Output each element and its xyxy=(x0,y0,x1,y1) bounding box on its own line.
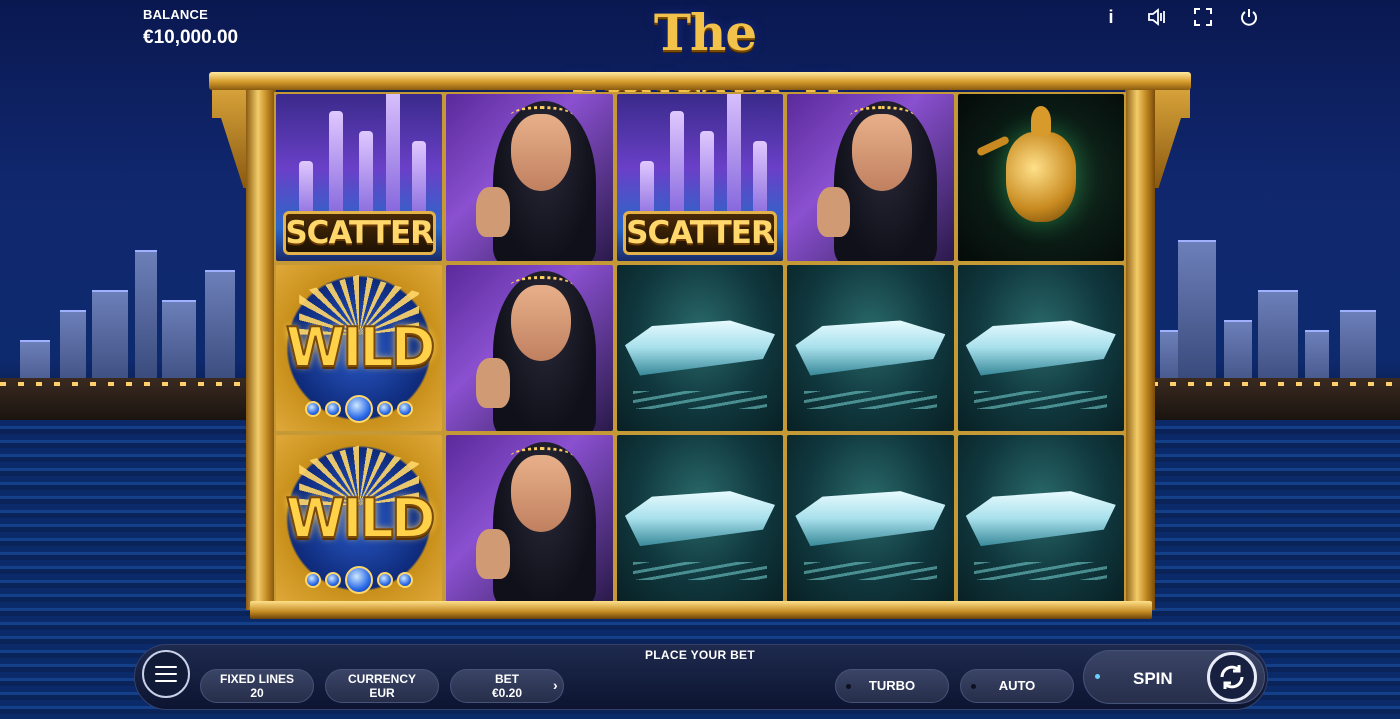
currency-value: EUR xyxy=(369,686,395,700)
reel-symbol-wild: WILD xyxy=(276,435,443,602)
reel-symbol-scatter: SCATTER xyxy=(276,94,443,261)
reel-symbol-lady xyxy=(446,435,613,602)
scatter-label: SCATTER xyxy=(282,210,436,255)
reel-symbol-yacht xyxy=(957,264,1124,432)
fullscreen-icon[interactable] xyxy=(1192,6,1214,28)
reel-symbol-teapot xyxy=(957,94,1124,261)
turbo-button[interactable]: TURBO xyxy=(835,669,949,703)
reel-symbol-yacht xyxy=(616,435,784,602)
auto-button[interactable]: AUTO xyxy=(960,669,1074,703)
wild-label: WILD xyxy=(285,486,437,551)
auto-indicator xyxy=(971,684,976,689)
reel-symbol-lady xyxy=(446,94,613,261)
reel-symbol-lady xyxy=(787,94,954,261)
scatter-label: SCATTER xyxy=(623,210,777,255)
yacht-icon xyxy=(624,320,775,376)
reel-symbol-yacht xyxy=(957,435,1124,602)
power-icon[interactable] xyxy=(1238,6,1260,28)
info-icon[interactable]: i xyxy=(1100,6,1122,28)
balance-value: €10,000.00 xyxy=(143,27,239,48)
reel-symbol-lady xyxy=(446,264,613,432)
frame-top xyxy=(209,72,1191,90)
reel-symbol-yacht xyxy=(616,264,784,432)
yacht-icon xyxy=(624,491,775,547)
yacht-icon xyxy=(965,491,1116,547)
bet-selector[interactable]: BET €0.20 xyxy=(450,669,564,703)
spin-label: SPIN xyxy=(1133,669,1173,688)
bet-label: BET xyxy=(495,672,519,686)
reel-grid: SCATTER SCATTER WILD WILD xyxy=(274,92,1126,604)
chevron-right-icon[interactable]: › xyxy=(553,677,558,693)
reel-symbol-scatter: SCATTER xyxy=(616,94,784,261)
spin-arrows-icon[interactable] xyxy=(1207,652,1257,702)
turbo-label: TURBO xyxy=(868,678,916,693)
auto-label: AUTO xyxy=(998,678,1036,693)
fixed-lines-display: FIXED LINES 20 xyxy=(200,669,314,703)
top-toolbar: i xyxy=(1100,6,1260,28)
yacht-icon xyxy=(965,320,1116,376)
reel-symbol-yacht xyxy=(787,435,954,602)
yacht-icon xyxy=(795,320,946,376)
reel-symbol-wild: WILD xyxy=(276,264,443,432)
currency-label: CURRENCY xyxy=(347,672,416,686)
yacht-icon xyxy=(795,491,946,547)
fixed-lines-value: 20 xyxy=(250,686,264,700)
sound-icon[interactable] xyxy=(1146,6,1168,28)
currency-display: CURRENCY EUR xyxy=(325,669,439,703)
menu-button[interactable] xyxy=(142,650,190,698)
turbo-indicator xyxy=(846,684,851,689)
fixed-lines-label: FIXED LINES xyxy=(219,672,294,686)
frame-pillar-right xyxy=(1125,90,1155,610)
frame-pillar-left xyxy=(246,90,276,610)
reel-symbol-yacht xyxy=(787,264,954,432)
wild-label: WILD xyxy=(285,315,437,380)
golden-teapot-icon xyxy=(1005,106,1076,223)
balance-label: BALANCE xyxy=(143,7,208,22)
frame-bottom xyxy=(250,601,1152,619)
balance-display: BALANCE €10,000.00 xyxy=(143,7,238,49)
bet-value: €0.20 xyxy=(491,686,523,700)
hamburger-icon xyxy=(155,666,177,668)
